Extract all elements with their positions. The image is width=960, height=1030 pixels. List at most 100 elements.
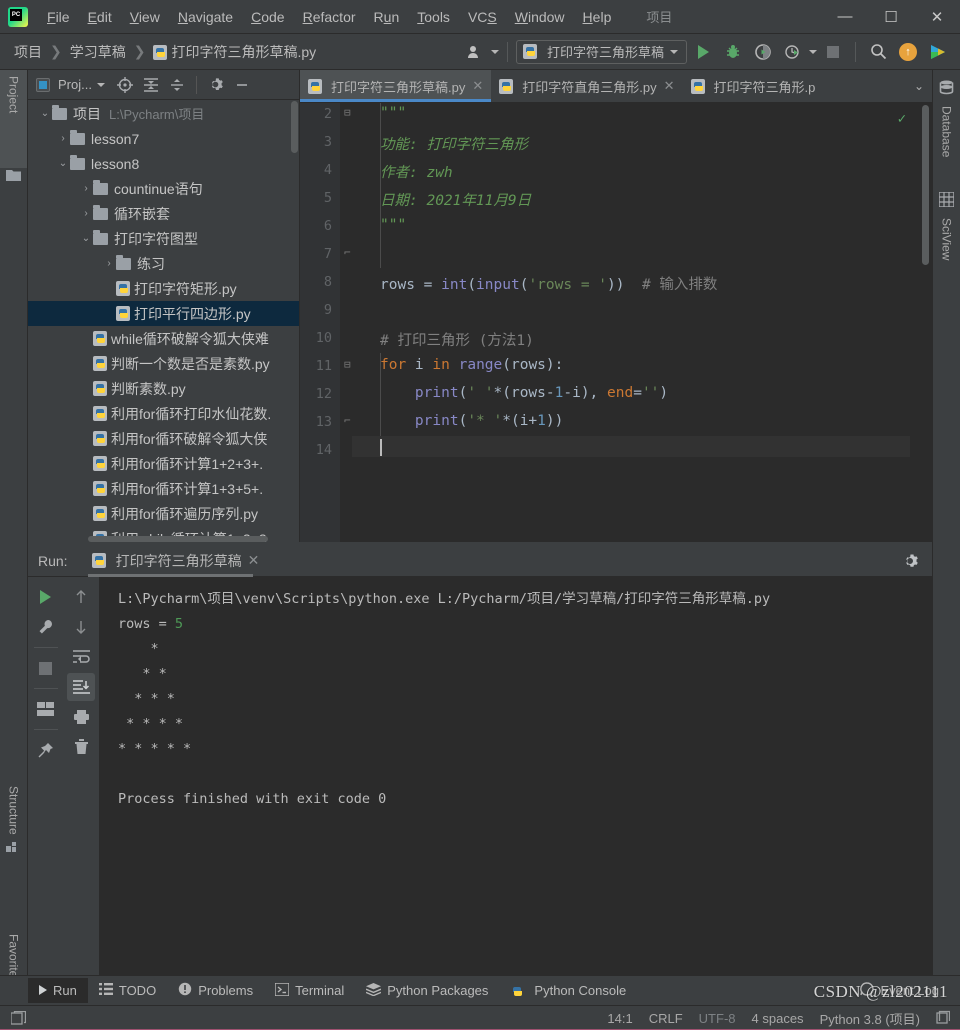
expand-all-icon[interactable] [165,73,189,97]
maximize-button[interactable]: ☐ [868,0,914,34]
editor-tab-1[interactable]: 打印字符直角三角形.py ✕ [491,70,682,102]
tree-row-exercise[interactable]: › 练习 [28,251,299,276]
debug-button[interactable] [719,39,747,65]
fold-marker-end-icon[interactable]: ⌐ [344,246,351,259]
menu-refactor[interactable]: Refactor [294,6,365,28]
soft-wrap-icon[interactable] [67,643,95,671]
project-view-title[interactable]: Proj... [58,77,92,92]
up-icon[interactable] [67,583,95,611]
target-icon[interactable] [113,73,137,97]
tree-row-py[interactable]: 利用for循环遍历序列.py [28,501,299,526]
run-with-coverage-button[interactable] [749,39,777,65]
menu-tools[interactable]: Tools [408,6,459,28]
line-separator[interactable]: CRLF [649,1011,683,1026]
tree-row-char-figures[interactable]: ⌄ 打印字符图型 [28,226,299,251]
tree-row-py[interactable]: 利用for循环破解令狐大侠 [28,426,299,451]
menu-navigate[interactable]: Navigate [169,6,242,28]
menu-code[interactable]: Code [242,6,293,28]
update-icon[interactable]: ↑ [894,39,922,65]
editor-tab-2[interactable]: 打印字符三角形.p [683,70,824,102]
stop-icon[interactable] [32,654,60,682]
chevron-right-icon[interactable]: › [56,133,70,144]
minimize-button[interactable]: — [822,0,868,34]
bottombar-item-todo[interactable]: TODO [88,978,167,1003]
tree-row-nested-loop[interactable]: › 循环嵌套 [28,201,299,226]
breadcrumb-item-2[interactable]: 打印字符三角形草稿.py [149,40,320,64]
close-icon[interactable]: ✕ [472,78,483,94]
bottombar-item-problems[interactable]: Problems [167,977,264,1004]
profile-button[interactable] [779,39,807,65]
tree-row-lesson8[interactable]: ⌄ lesson8 [28,151,299,176]
sidebar-item-sciview[interactable]: SciView [933,212,960,294]
editor-scrollbar[interactable] [922,105,929,265]
tree-row-countinue[interactable]: › countinue语句 [28,176,299,201]
tree-row-parallelogram-py[interactable]: 打印平行四边形.py [28,301,299,326]
wrench-icon[interactable] [32,613,60,641]
chevron-right-icon[interactable]: › [79,208,93,219]
run-button[interactable] [689,39,717,65]
tree-row-py[interactable]: while循环破解令狐大侠难 [28,326,299,351]
tree-row-project[interactable]: ⌄ 项目 L:\Pycharm\项目 [28,101,299,126]
window-icon[interactable] [6,1010,30,1026]
trash-icon[interactable] [67,733,95,761]
fold-marker-end-icon[interactable]: ⌐ [344,414,351,427]
menu-view[interactable]: View [121,6,169,28]
menu-help[interactable]: Help [574,6,621,28]
close-icon[interactable]: ✕ [248,552,260,569]
people-icon[interactable] [461,41,489,63]
lock-icon[interactable] [936,1010,951,1027]
bottombar-item-python-packages[interactable]: Python Packages [355,978,499,1004]
interpreter-selector[interactable]: Python 3.8 (项目) [820,1009,920,1028]
editor-tab-0[interactable]: 打印字符三角形草稿.py ✕ [300,70,492,102]
menu-file[interactable]: File [38,6,79,28]
run-tab[interactable]: 打印字符三角形草稿 ✕ [84,546,268,577]
sidebar-item-database[interactable]: Database [933,100,960,192]
ide-icon[interactable] [924,39,952,65]
run-configuration-selector[interactable]: 打印字符三角形草稿 [515,39,687,64]
profile-dropdown-caret-icon[interactable] [809,49,817,54]
bottombar-item-event-log[interactable]: Event Log [849,977,950,1004]
stop-button[interactable] [819,39,847,65]
tree-row-py[interactable]: 利用for循环计算1+2+3+. [28,451,299,476]
chevron-down-icon[interactable]: ⌄ [906,70,932,102]
down-icon[interactable] [67,613,95,641]
bottombar-item-python-console[interactable]: Python Console [499,978,637,1003]
menu-vcs[interactable]: VCS [459,6,506,28]
chevron-right-icon[interactable]: › [102,258,116,269]
close-button[interactable]: ✕ [914,0,960,34]
people-dropdown-caret-icon[interactable] [490,49,499,54]
pin-icon[interactable] [32,736,60,764]
gear-icon[interactable] [898,549,922,573]
collapse-all-icon[interactable] [139,73,163,97]
sidebar-item-project[interactable]: Project [0,70,27,168]
breadcrumb-item-1[interactable]: 学习草稿 [66,40,130,64]
fold-marker-start-icon[interactable]: ⊟ [344,106,351,119]
tree-row-rect-py[interactable]: 打印字符矩形.py [28,276,299,301]
close-icon[interactable]: ✕ [664,78,675,94]
scroll-end-icon[interactable] [67,673,96,701]
print-icon[interactable] [67,703,95,731]
fold-marker-start-icon[interactable]: ⊟ [344,358,351,371]
layout-icon[interactable] [32,695,60,723]
chevron-down-icon[interactable]: ⌄ [79,233,93,244]
chevron-down-icon[interactable]: ⌄ [56,158,70,169]
run-console-output[interactable]: L:\Pycharm\项目\venv\Scripts\python.exe L:… [100,577,960,975]
inspection-status-icon[interactable]: ✓ [898,111,906,127]
rerun-icon[interactable] [32,583,60,611]
indent-setting[interactable]: 4 spaces [752,1011,804,1026]
bottombar-item-run[interactable]: Run [28,978,88,1003]
bottombar-item-terminal[interactable]: Terminal [264,978,355,1004]
tree-row-py[interactable]: 判断一个数是否是素数.py [28,351,299,376]
minimize-icon[interactable] [230,73,254,97]
sidebar-item-structure[interactable]: Structure [0,780,27,885]
code-text[interactable]: """ 功能: 打印字符三角形 作者: zwh 日期: 2021年11月9日 "… [352,103,910,542]
tree-row-lesson7[interactable]: › lesson7 [28,126,299,151]
tree-row-py[interactable]: 利用for循环计算1+3+5+. [28,476,299,501]
breadcrumb-item-0[interactable]: 项目 [10,40,46,64]
gear-icon[interactable] [204,73,228,97]
menu-window[interactable]: Window [506,6,574,28]
menu-run[interactable]: Run [365,6,409,28]
chevron-down-icon[interactable] [96,82,105,87]
code-editor[interactable]: 2 3 4 5 6 7 8 9 10 11 12 13 14 ⊟ ⌐ ⊟ ⌐ "… [300,103,932,542]
caret-position[interactable]: 14:1 [607,1011,632,1026]
